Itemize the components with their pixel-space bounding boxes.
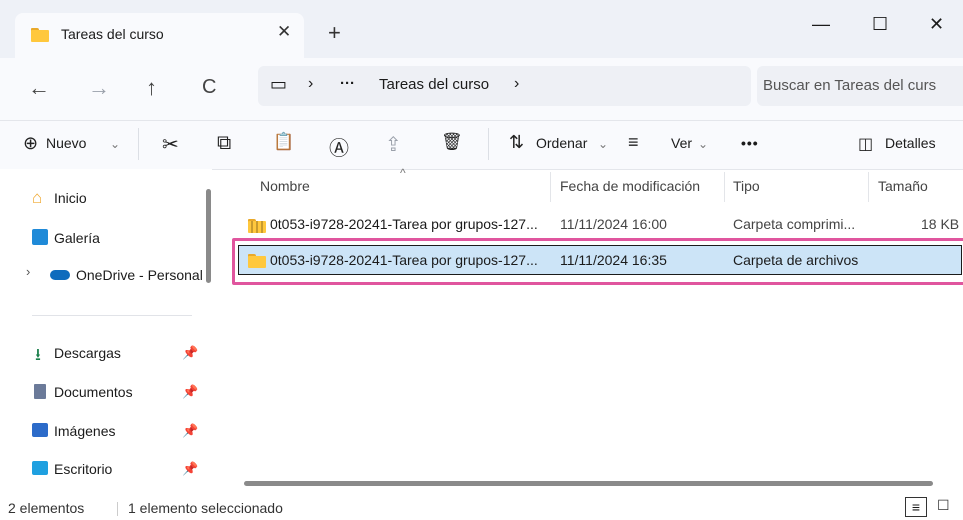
- sort-icon[interactable]: ⇅: [509, 132, 524, 153]
- sidebar-divider: [32, 315, 192, 316]
- toolbar-divider: [488, 128, 489, 160]
- view-icon[interactable]: ≡: [628, 132, 639, 153]
- address-bar[interactable]: ▭ › ··· Tareas del curso ›: [258, 66, 751, 106]
- pin-icon[interactable]: 📌: [182, 461, 198, 477]
- new-button[interactable]: Nuevo: [46, 135, 86, 151]
- zip-folder-icon: [248, 219, 266, 236]
- forward-button[interactable]: →: [88, 75, 110, 101]
- new-tab-button[interactable]: +: [328, 20, 341, 46]
- file-size: 18 KB: [921, 216, 960, 232]
- desktop-icon: [32, 461, 48, 475]
- item-count: 2 elementos: [8, 500, 85, 516]
- selection-count: 1 elemento seleccionado: [128, 500, 283, 516]
- column-header-type[interactable]: Tipo: [733, 178, 760, 194]
- view-chevron-icon[interactable]: ⌄: [698, 137, 708, 151]
- sidebar-item-label: Escritorio: [54, 461, 113, 477]
- column-header-date[interactable]: Fecha de modificación: [560, 178, 700, 194]
- sidebar-item-label: Galería: [54, 230, 100, 246]
- large-icons-view-icon[interactable]: ☐: [937, 497, 957, 517]
- file-type: Carpeta comprimi...: [733, 216, 856, 232]
- refresh-button[interactable]: C: [202, 76, 216, 99]
- column-divider[interactable]: [550, 172, 551, 202]
- file-name: 0t053-i9728-20241-Tarea por grupos-127..…: [270, 216, 538, 232]
- sidebar-item-label: Documentos: [54, 384, 133, 400]
- documents-icon: [34, 384, 46, 399]
- sidebar-item-label: Descargas: [54, 345, 121, 361]
- view-button[interactable]: Ver: [671, 135, 692, 151]
- folder-icon: [31, 28, 49, 42]
- column-divider[interactable]: [868, 172, 869, 202]
- pin-icon[interactable]: 📌: [182, 423, 198, 439]
- breadcrumb-overflow[interactable]: ···: [340, 75, 355, 92]
- breadcrumb-current-folder[interactable]: Tareas del curso: [379, 76, 489, 93]
- sidebar-item-label: Inicio: [54, 190, 87, 206]
- expand-chevron-icon[interactable]: ›: [26, 264, 30, 279]
- new-icon[interactable]: ⊕: [23, 133, 38, 154]
- sidebar-scrollbar[interactable]: [206, 189, 211, 283]
- more-options-button[interactable]: •••: [741, 135, 759, 151]
- title-bar: Tareas del curso ✕ + — ☐ ✕: [0, 0, 963, 58]
- copy-icon[interactable]: ⧉: [217, 132, 231, 155]
- details-pane-icon[interactable]: ◫: [858, 134, 873, 154]
- breadcrumb-separator[interactable]: ›: [514, 75, 519, 93]
- sidebar-item-label: Imágenes: [54, 423, 116, 439]
- download-icon: ⭳: [35, 345, 41, 364]
- back-button[interactable]: ←: [28, 75, 50, 101]
- up-button[interactable]: ↑: [146, 75, 157, 101]
- tab-tareas-del-curso[interactable]: Tareas del curso ✕: [15, 13, 304, 58]
- tab-close-icon[interactable]: ✕: [277, 22, 291, 42]
- close-window-button[interactable]: ✕: [929, 14, 944, 35]
- new-chevron-icon[interactable]: ⌄: [110, 137, 120, 151]
- search-placeholder: Buscar en Tareas del curs: [763, 77, 937, 94]
- sort-indicator-icon: ^: [400, 166, 406, 180]
- sort-chevron-icon[interactable]: ⌄: [598, 137, 608, 151]
- rename-icon[interactable]: Ⓐ: [329, 132, 349, 161]
- breadcrumb-separator[interactable]: ›: [308, 75, 313, 93]
- onedrive-icon: [50, 270, 70, 280]
- status-divider: [117, 502, 118, 516]
- sort-button[interactable]: Ordenar: [536, 135, 587, 151]
- pin-icon[interactable]: 📌: [182, 384, 198, 400]
- tab-label: Tareas del curso: [61, 26, 164, 42]
- pin-icon[interactable]: 📌: [182, 345, 198, 361]
- status-bar: 2 elementos 1 elemento seleccionado ≡ ☐: [0, 494, 963, 520]
- this-pc-icon: ▭: [270, 74, 288, 94]
- details-view-icon[interactable]: ≡: [905, 497, 927, 517]
- minimize-button[interactable]: —: [812, 14, 830, 35]
- column-header-name[interactable]: Nombre: [260, 178, 310, 194]
- column-header-size[interactable]: Tamaño: [878, 178, 928, 194]
- details-button[interactable]: Detalles: [885, 135, 936, 151]
- cut-icon[interactable]: ✂: [162, 132, 179, 157]
- sidebar-item-label: OneDrive - Personal: [76, 267, 203, 283]
- navigation-pane: ⌂ Inicio Galería › OneDrive - Personal ⭳…: [0, 169, 212, 494]
- annotation-highlight-box: [232, 238, 963, 285]
- paste-icon[interactable]: 📋: [273, 132, 294, 152]
- share-icon[interactable]: ⇪: [385, 132, 402, 157]
- horizontal-scrollbar[interactable]: [244, 481, 933, 486]
- column-divider[interactable]: [724, 172, 725, 202]
- pictures-icon: [32, 423, 48, 437]
- toolbar-divider: [138, 128, 139, 160]
- home-icon: ⌂: [32, 188, 43, 207]
- maximize-button[interactable]: ☐: [872, 14, 888, 35]
- search-box[interactable]: Buscar en Tareas del curs: [757, 66, 963, 106]
- delete-icon[interactable]: 🗑: [441, 132, 463, 152]
- file-row[interactable]: 0t053-i9728-20241-Tarea por grupos-127..…: [238, 210, 962, 240]
- gallery-icon: [32, 229, 48, 245]
- command-bar: ⊕ Nuevo ⌄ ✂ ⧉ 📋 Ⓐ ⇪ 🗑 ⇅ Ordenar ⌄ ≡ Ver …: [0, 120, 963, 170]
- file-date: 11/11/2024 16:00: [560, 216, 667, 232]
